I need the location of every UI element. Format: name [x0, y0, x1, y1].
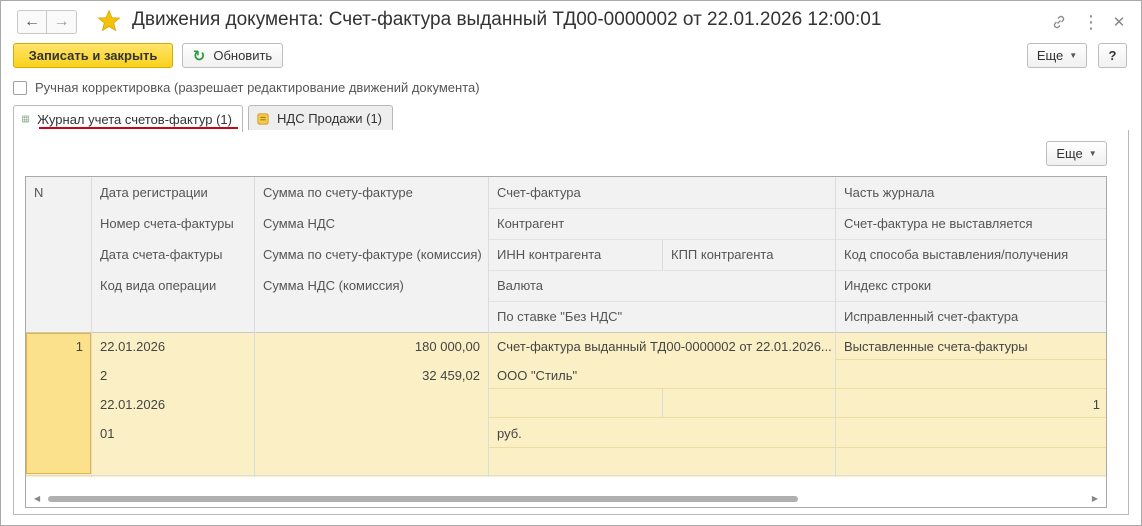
cell-invoice-date[interactable]: 22.01.2026	[92, 391, 254, 418]
header-invoice[interactable]: Счет-фактура	[489, 177, 835, 208]
cell-counterparty[interactable]: ООО "Стиль"	[489, 362, 835, 389]
header-invoice-sum[interactable]: Сумма по счету-фактуре	[255, 177, 488, 208]
header-counterparty-kpp[interactable]: КПП контрагента	[663, 239, 835, 270]
header-invoice-number[interactable]: Номер счета-фактуры	[92, 208, 254, 239]
back-button[interactable]: ←	[17, 10, 47, 34]
chevron-down-icon: ▼	[1088, 149, 1097, 158]
header-counterparty-inn[interactable]: ИНН контрагента	[489, 239, 662, 270]
movements-table: N Дата регистрации Номер счета-фактуры Д…	[25, 176, 1107, 508]
header-issue-method-code[interactable]: Код способа выставления/получения	[836, 239, 1106, 270]
cell-invoice-sum[interactable]: 180 000,00	[255, 333, 488, 360]
more-button[interactable]: Еще ▼	[1027, 43, 1087, 68]
header-n[interactable]: N	[26, 177, 91, 208]
register-icon	[257, 112, 269, 125]
more-menu-icon[interactable]: ⋮	[1081, 12, 1101, 32]
header-registration-date[interactable]: Дата регистрации	[92, 177, 254, 208]
row-number[interactable]: 1	[26, 333, 91, 360]
cell-vat-sum[interactable]: 32 459,02	[255, 362, 488, 389]
help-label: ?	[1108, 48, 1117, 63]
document-movements-window: ← → Движения документа: Счет-фактура выд…	[0, 0, 1142, 526]
forward-button[interactable]: →	[47, 10, 77, 34]
cell-currency[interactable]: руб.	[489, 420, 835, 447]
save-and-close-label: Записать и закрыть	[28, 48, 158, 63]
refresh-button[interactable]: ↻ Обновить	[182, 43, 283, 68]
arrow-right-icon: →	[53, 13, 70, 30]
header-vat-sum-commission[interactable]: Сумма НДС (комиссия)	[255, 270, 488, 301]
header-operation-code[interactable]: Код вида операции	[92, 270, 254, 301]
refresh-icon: ↻	[192, 47, 206, 65]
close-icon[interactable]: ✕	[1109, 12, 1129, 32]
scroll-right-icon[interactable]: ▶	[1092, 494, 1098, 503]
tab-label: НДС Продажи (1)	[277, 111, 382, 126]
cell-operation-code[interactable]: 01	[92, 420, 254, 447]
scroll-left-icon[interactable]: ◀	[34, 494, 40, 503]
manual-adjust-label: Ручная корректировка (разрешает редактир…	[35, 80, 480, 95]
cell-invoice-number[interactable]: 2	[92, 362, 254, 389]
more-label: Еще	[1036, 48, 1064, 63]
help-button[interactable]: ?	[1098, 43, 1127, 68]
table-more-label: Еще	[1056, 146, 1083, 161]
table-icon	[22, 115, 29, 123]
save-and-close-button[interactable]: Записать и закрыть	[13, 43, 173, 68]
header-no-vat-rate[interactable]: По ставке "Без НДС"	[489, 301, 835, 332]
refresh-label: Обновить	[213, 48, 273, 63]
scrollbar-thumb[interactable]	[48, 496, 798, 502]
manual-adjust-row[interactable]: Ручная корректировка (разрешает редактир…	[13, 80, 480, 95]
header-corrected-invoice[interactable]: Исправленный счет-фактура	[836, 301, 1106, 332]
header-not-issued[interactable]: Счет-фактура не выставляется	[836, 208, 1106, 239]
tab-vat-sales[interactable]: НДС Продажи (1)	[248, 105, 393, 131]
manual-adjust-checkbox[interactable]	[13, 80, 27, 95]
favorite-star-icon[interactable]	[97, 9, 121, 33]
cell-registration-date[interactable]: 22.01.2026	[92, 333, 254, 360]
table-more-button[interactable]: Еще ▼	[1046, 141, 1107, 166]
header-invoice-date[interactable]: Дата счета-фактуры	[92, 239, 254, 270]
cell-invoice[interactable]: Счет-фактура выданный ТД00-0000002 от 22…	[489, 333, 835, 360]
header-journal-part[interactable]: Часть журнала	[836, 177, 1106, 208]
header-row-index[interactable]: Индекс строки	[836, 270, 1106, 301]
active-tab-underline	[39, 127, 238, 129]
header-counterparty[interactable]: Контрагент	[489, 208, 835, 239]
horizontal-scrollbar[interactable]: ◀ ▶	[26, 489, 1106, 507]
tab-label: Журнал учета счетов-фактур (1)	[37, 111, 232, 127]
header-vat-sum[interactable]: Сумма НДС	[255, 208, 488, 239]
link-icon[interactable]	[1049, 12, 1069, 32]
window-title: Движения документа: Счет-фактура выданны…	[132, 9, 882, 30]
cell-issue-method-code[interactable]: 1	[836, 391, 1106, 418]
header-invoice-sum-commission[interactable]: Сумма по счету-фактуре (комиссия)	[255, 239, 488, 270]
chevron-down-icon: ▼	[1069, 51, 1078, 60]
arrow-left-icon: ←	[24, 13, 40, 30]
header-currency[interactable]: Валюта	[489, 270, 835, 301]
cell-journal-part[interactable]: Выставленные счета-фактуры	[836, 333, 1106, 360]
